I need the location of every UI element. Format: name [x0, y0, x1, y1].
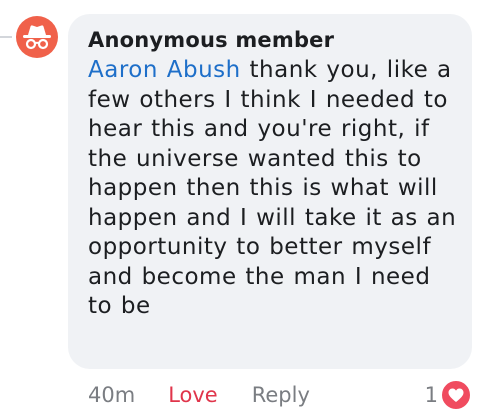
mention-link[interactable]: Aaron Abush — [88, 57, 241, 83]
anonymous-incognito-icon — [23, 25, 51, 50]
comment-text: thank you, like a few others I think I n… — [88, 57, 457, 319]
heart-icon — [440, 379, 472, 411]
reaction-summary[interactable]: 1 — [425, 379, 472, 411]
anonymous-avatar[interactable] — [16, 16, 58, 58]
thread-connector-line — [0, 36, 12, 38]
reply-button[interactable]: Reply — [252, 383, 310, 407]
comment-timestamp[interactable]: 40m — [88, 383, 135, 407]
reaction-count: 1 — [424, 383, 438, 407]
comment-author-name[interactable]: Anonymous member — [88, 27, 458, 53]
comment-bubble: Anonymous member Aaron Abush thank you, … — [68, 14, 472, 369]
comment-body: Aaron Abush thank you, like a few others… — [88, 56, 458, 322]
love-reaction-button[interactable]: Love — [168, 383, 218, 407]
comment-actions: 40m Love Reply — [88, 380, 310, 410]
